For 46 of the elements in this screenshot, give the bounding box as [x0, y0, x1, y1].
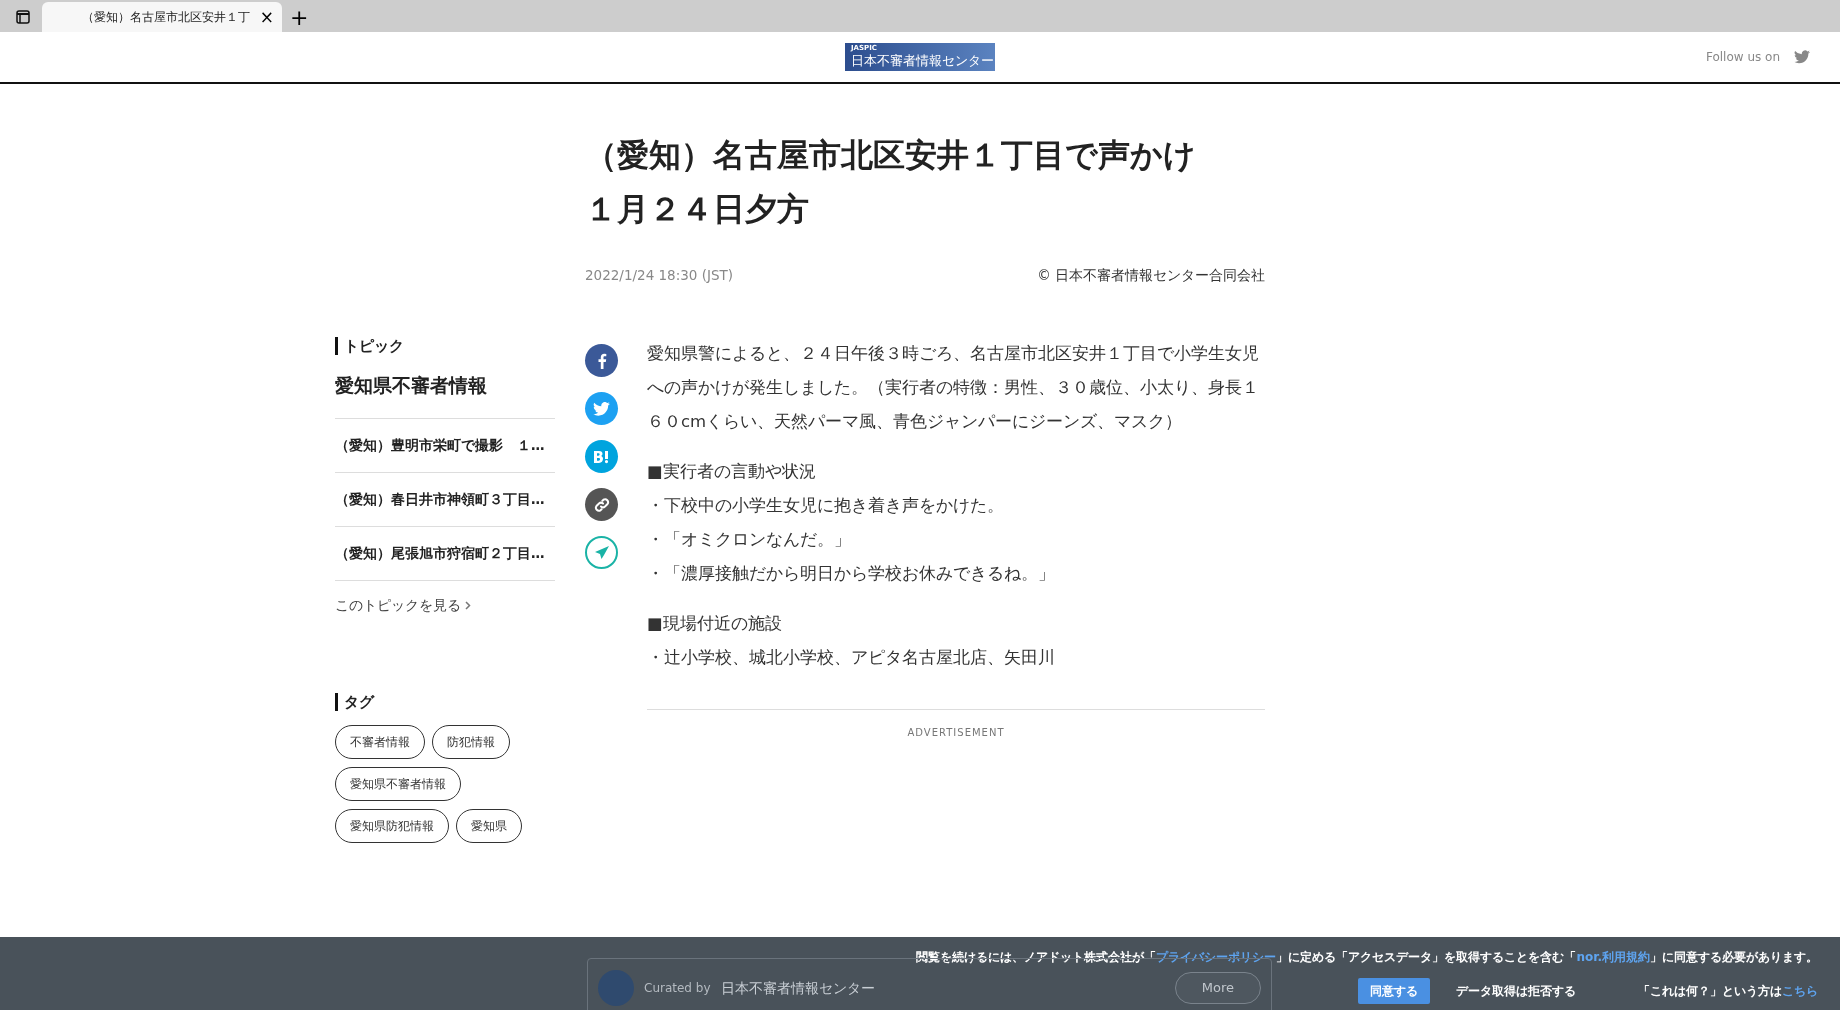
twitter-icon	[593, 401, 610, 416]
help-text: 「これは何？」という方は	[1638, 984, 1782, 998]
send-share-button[interactable]	[585, 536, 618, 570]
close-tab-button[interactable]: ×	[251, 8, 282, 26]
curator-name: 日本不審者情報センター	[720, 978, 875, 998]
topic-item[interactable]: （愛知）春日井市神領町３丁目…	[335, 471, 555, 526]
link-icon	[593, 496, 610, 513]
twitter-icon[interactable]	[1794, 50, 1810, 64]
chevron-icon	[465, 601, 472, 611]
body-paragraph: 愛知県警によると、２４日午後３時ごろ、名古屋市北区安井１丁目で小学生女児への声かけが発生しました。（実行者の特徴：男性、３０歳位、小太り、身長１６０cmくらい、天然パーマ風、青色ジャンパーにジーンズ、マスク）	[647, 343, 1260, 434]
window-menu-icon[interactable]	[16, 10, 30, 24]
tab-title: （愛知）名古屋市北区安井１丁	[82, 9, 251, 26]
section-label: タグ	[335, 692, 555, 711]
publish-date: 2022/1/24 18:30 (JST)	[585, 265, 734, 285]
article-title: （愛知）名古屋市北区安井１丁目で声かけ １月２４日夕方	[585, 135, 1197, 231]
topic-item[interactable]: （愛知）尾張旭市狩宿町２丁目…	[335, 525, 555, 580]
tag-chip[interactable]: 不審者情報	[335, 724, 425, 759]
browser-tab[interactable]: （愛知）名古屋市北区安井１丁 ×	[42, 2, 282, 32]
body-line: ・辻小学校、城北小学校、アピタ名古屋北店、矢田川	[647, 647, 1056, 670]
send-icon	[593, 544, 610, 561]
body-line: ・「濃厚接触だから明日から学校お休みできるね。」	[647, 563, 1056, 586]
link-share-button[interactable]	[585, 488, 618, 522]
copyright-text: © 日本不審者情報センター合同会社	[1037, 265, 1265, 285]
bookmark-share-button[interactable]	[585, 440, 618, 474]
facebook-share-button[interactable]	[585, 344, 618, 378]
topic-title: 愛知県不審者情報	[335, 373, 488, 399]
section-heading: ■現場付近の施設	[647, 613, 783, 636]
tag-chip[interactable]: 愛知県防犯情報	[335, 808, 449, 843]
new-tab-button[interactable]: +	[282, 7, 317, 29]
body-line: ・下校中の小学生女児に抱き着き声をかけた。	[647, 495, 1005, 518]
facebook-icon	[596, 352, 607, 369]
follow-text: Follow us on	[1705, 49, 1780, 66]
body-line: ・「オミクロンなんだ。」	[647, 529, 852, 552]
curated-label: Curated by	[644, 980, 711, 997]
tag-chip[interactable]: 防犯情報	[432, 724, 510, 759]
topic-item[interactable]: （愛知）豊明市栄町で撮影 １…	[335, 417, 555, 472]
more-button[interactable]: More	[1174, 972, 1261, 1004]
refuse-button[interactable]: データ取得は拒否する	[1450, 981, 1582, 1001]
section-heading: ■実行者の言動や状況	[647, 461, 817, 484]
section-label: トピック	[335, 337, 555, 356]
advertisement-label: ADVERTISEMENT	[647, 709, 1265, 751]
topic-link[interactable]: このトピックを見る	[335, 596, 472, 613]
tag-chip[interactable]: 愛知県	[456, 808, 522, 843]
twitter-share-button[interactable]	[585, 392, 618, 426]
tag-chip[interactable]: 愛知県不審者情報	[335, 766, 461, 801]
bookmark-icon	[592, 449, 611, 464]
